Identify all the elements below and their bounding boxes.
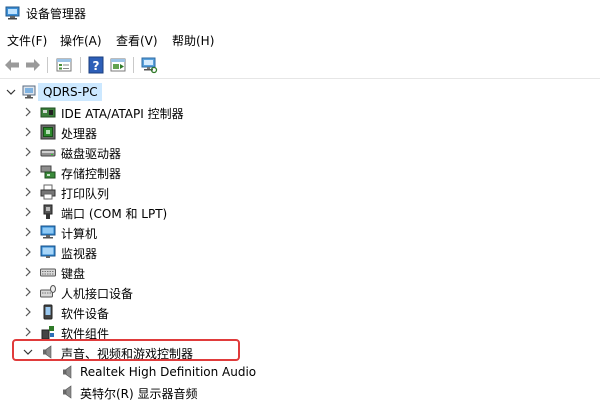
tree-device-realtek-audio[interactable]: Realtek High Definition Audio xyxy=(0,362,600,382)
tree-category-monitor[interactable]: 监视器 xyxy=(0,242,600,262)
tree-device-label: 英特尔(R) 显示器音频 xyxy=(80,387,198,401)
tree-device-label: Realtek High Definition Audio xyxy=(80,365,257,379)
properties-icon[interactable] xyxy=(55,56,73,74)
port-icon xyxy=(43,204,53,219)
tree-root[interactable]: QDRS-PC xyxy=(0,82,600,102)
chevron-right-icon[interactable] xyxy=(22,146,34,158)
tree-category-storage[interactable]: 存储控制器 xyxy=(0,162,600,182)
tree-category-label: 计算机 xyxy=(61,227,98,241)
help-icon[interactable]: ? xyxy=(87,56,105,74)
printer-icon xyxy=(40,184,56,200)
tree-category-label: 端口 (COM 和 LPT) xyxy=(61,207,168,221)
title-bar: 设备管理器 xyxy=(0,0,600,26)
speaker-icon xyxy=(63,385,72,399)
computer-icon xyxy=(22,85,36,99)
scan-hardware-icon[interactable] xyxy=(140,56,158,74)
tree-category-label: 键盘 xyxy=(61,267,86,281)
tree-category-computer[interactable]: 计算机 xyxy=(0,222,600,242)
chevron-right-icon[interactable] xyxy=(22,246,34,258)
tree-category-label: IDE ATA/ATAPI 控制器 xyxy=(61,107,184,121)
tree-category-label: 磁盘驱动器 xyxy=(61,147,122,161)
chevron-down-icon[interactable] xyxy=(5,86,17,98)
device-manager-icon xyxy=(5,6,20,20)
menu-bar: 文件(F) 操作(A) 查看(V) 帮助(H) xyxy=(0,30,600,50)
tree-category-label: 处理器 xyxy=(61,127,98,141)
tree-category-ide[interactable]: IDE ATA/ATAPI 控制器 xyxy=(0,102,600,122)
keyboard-icon xyxy=(40,268,56,277)
svg-text:?: ? xyxy=(93,59,100,73)
software-device-icon xyxy=(43,304,53,320)
chevron-right-icon[interactable] xyxy=(22,206,34,218)
tree-category-print-queue[interactable]: 打印队列 xyxy=(0,182,600,202)
tree-category-label: 软件设备 xyxy=(61,307,110,321)
tree-category-ports[interactable]: 端口 (COM 和 LPT) xyxy=(0,202,600,222)
chevron-right-icon[interactable] xyxy=(22,306,34,318)
tree-category-label: 打印队列 xyxy=(61,187,110,201)
software-component-icon xyxy=(41,326,54,340)
toolbar-separator xyxy=(133,57,134,73)
chevron-right-icon[interactable] xyxy=(22,186,34,198)
tree-category-processor[interactable]: 处理器 xyxy=(0,122,600,142)
tree-category-disk[interactable]: 磁盘驱动器 xyxy=(0,142,600,162)
chevron-right-icon[interactable] xyxy=(22,326,34,338)
menu-file[interactable]: 文件(F) xyxy=(7,32,47,49)
monitor-icon xyxy=(40,245,56,258)
chevron-right-icon[interactable] xyxy=(22,166,34,178)
tree-root-label: QDRS-PC xyxy=(43,85,98,99)
ide-controller-icon xyxy=(40,107,56,118)
chevron-right-icon[interactable] xyxy=(22,126,34,138)
tree-category-label: 人机接口设备 xyxy=(61,287,134,301)
chevron-right-icon[interactable] xyxy=(22,266,34,278)
back-arrow-icon[interactable] xyxy=(3,56,21,74)
speaker-icon xyxy=(63,365,72,379)
toolbar-separator xyxy=(47,57,48,73)
toolbar-separator xyxy=(80,57,81,73)
chevron-right-icon[interactable] xyxy=(22,226,34,238)
tree-category-hid[interactable]: 人机接口设备 xyxy=(0,282,600,302)
tree-category-label: 存储控制器 xyxy=(61,167,122,181)
computer-icon xyxy=(40,225,56,239)
chevron-right-icon[interactable] xyxy=(22,106,34,118)
forward-arrow-icon[interactable] xyxy=(24,56,42,74)
menu-action[interactable]: 操作(A) xyxy=(60,32,102,49)
hid-icon xyxy=(40,285,56,298)
highlight-box xyxy=(12,339,240,361)
tree-category-keyboard[interactable]: 键盘 xyxy=(0,262,600,282)
toolbar: ? xyxy=(0,52,600,79)
tree-device-intel-display-audio[interactable]: 英特尔(R) 显示器音频 xyxy=(0,382,600,402)
update-driver-icon[interactable] xyxy=(109,56,127,74)
tree-category-software-device[interactable]: 软件设备 xyxy=(0,302,600,322)
tree-category-label: 监视器 xyxy=(61,247,98,261)
chevron-right-icon[interactable] xyxy=(22,286,34,298)
menu-view[interactable]: 查看(V) xyxy=(116,32,158,49)
disk-drive-icon xyxy=(40,149,56,157)
menu-help[interactable]: 帮助(H) xyxy=(172,32,214,49)
storage-controller-icon xyxy=(40,165,56,179)
window-title: 设备管理器 xyxy=(26,7,87,21)
processor-icon xyxy=(40,124,56,140)
